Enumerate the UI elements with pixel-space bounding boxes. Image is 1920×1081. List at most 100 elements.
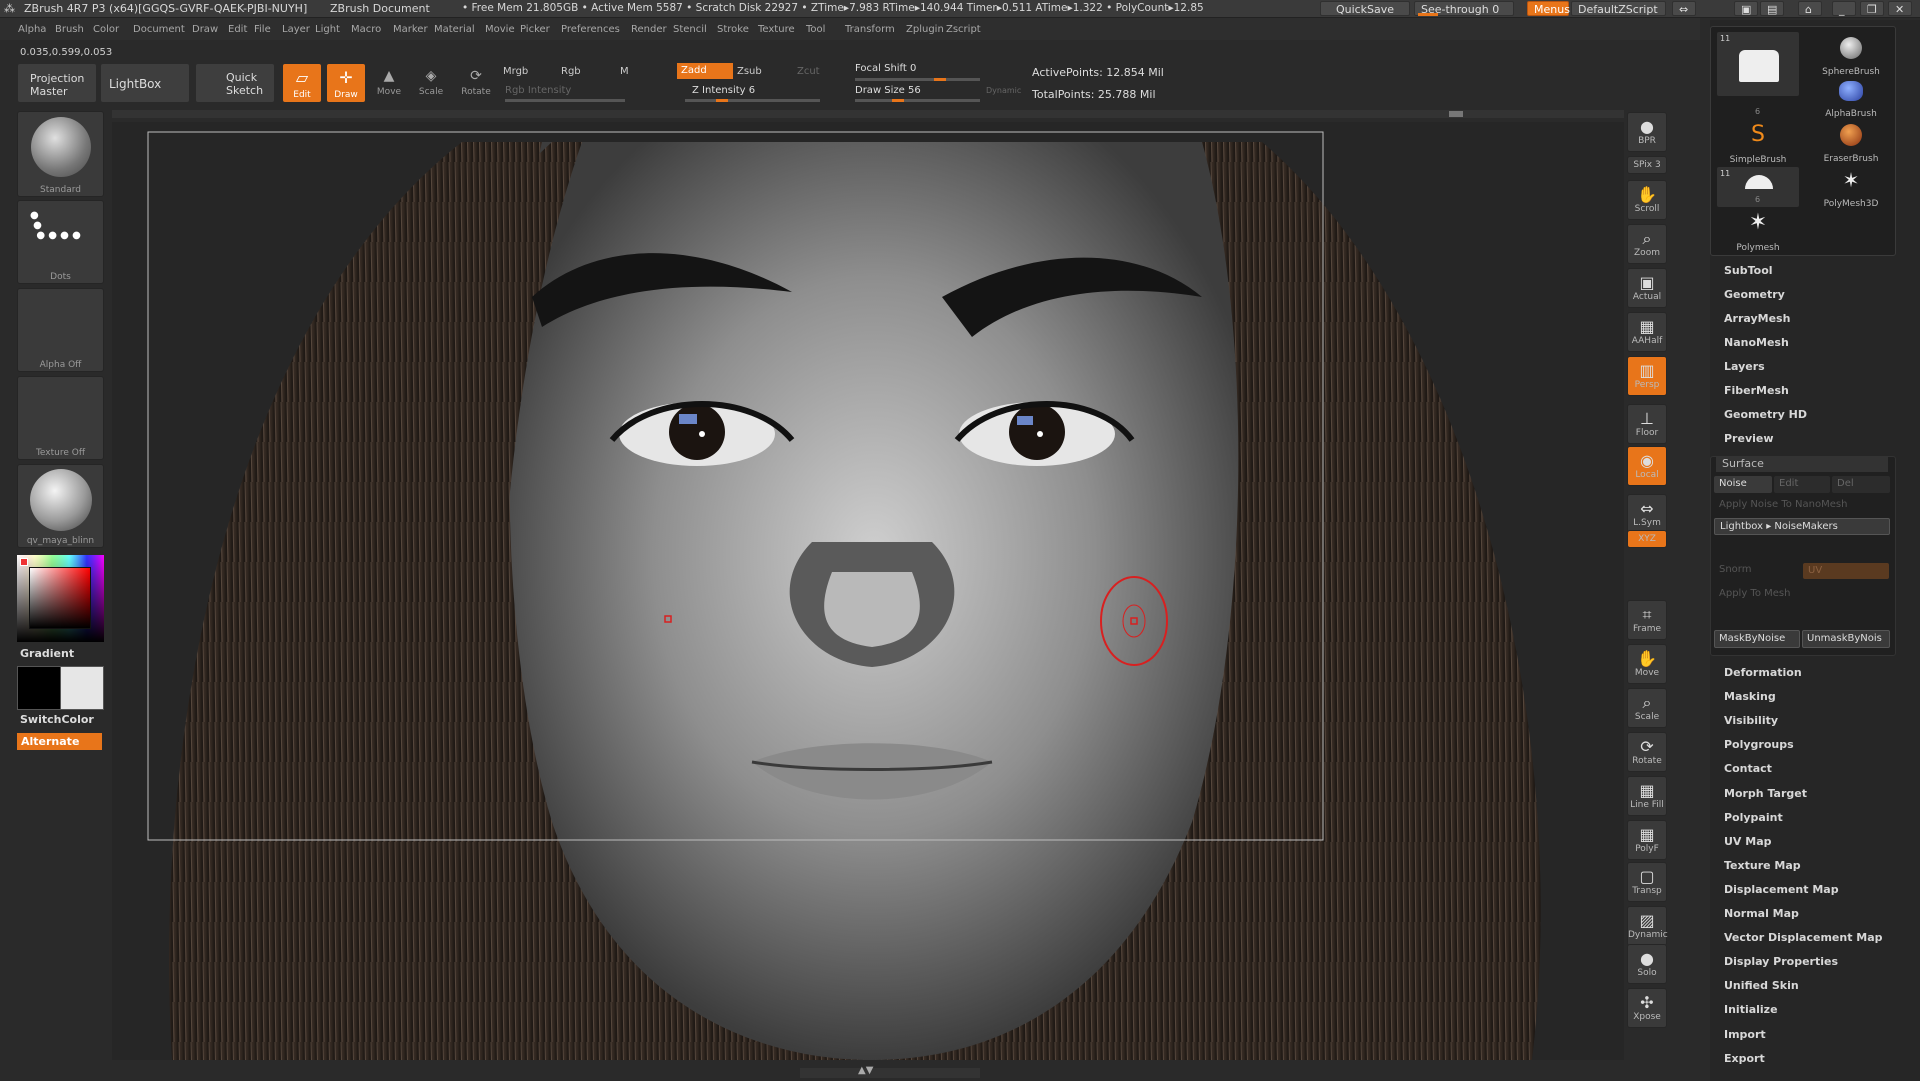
palette-unified-skin[interactable]: Unified Skin [1724,979,1799,992]
menu-marker[interactable]: Marker [393,24,428,35]
color-square[interactable] [29,567,91,629]
menu-render[interactable]: Render [631,24,667,35]
rt-spix-3-button[interactable]: SPix 3 [1627,156,1667,174]
quick-sketch-button[interactable]: Quick Sketch [195,63,275,103]
palette-polypaint[interactable]: Polypaint [1724,811,1783,824]
bottom-shelf-toggle[interactable] [800,1068,980,1078]
alpha-off-tile[interactable]: Alpha Off [17,288,104,372]
mask-by-noise-button[interactable]: MaskByNoise [1714,630,1800,648]
rt-dynamic-button[interactable]: ▨ Dynamic [1627,906,1668,946]
palette-geometry[interactable]: Geometry [1724,288,1785,301]
menu-transform[interactable]: Transform [845,24,895,35]
palette-texture-map[interactable]: Texture Map [1724,859,1801,872]
horizontal-scrollbar[interactable] [112,110,1624,118]
see-through-knob[interactable] [1418,13,1438,16]
lock-icon[interactable]: ⌂ [1798,1,1822,16]
menu-color[interactable]: Color [93,24,119,35]
menu-zscript[interactable]: Zscript [946,24,981,35]
menus-button[interactable]: Menus [1527,1,1570,16]
edit-button[interactable]: ▱ Edit [282,63,322,103]
palette-initialize[interactable]: Initialize [1724,1003,1778,1016]
brush-standard-tile[interactable]: Standard [17,111,104,197]
menu-stencil[interactable]: Stencil [673,24,707,35]
rt-scale-button[interactable]: ⌕ Scale [1627,688,1667,728]
zadd-toggle[interactable]: Zadd [677,63,733,79]
draw-size-knob[interactable] [892,99,904,102]
rt-solo-button[interactable]: ● Solo [1627,944,1667,984]
menu-stroke[interactable]: Stroke [717,24,749,35]
nav-arrows-icon[interactable]: ⇔ [1672,1,1696,16]
rt-local-button[interactable]: ◉ Local [1627,446,1667,486]
switch-color-button[interactable]: SwitchColor [20,713,94,726]
menu-preferences[interactable]: Preferences [561,24,620,35]
draw-size-slider[interactable]: Draw Size 56 [855,85,921,96]
zsub-toggle[interactable]: Zsub [737,66,762,77]
polymesh3d-tool[interactable]: ✶ PolyMesh3D [1815,167,1887,209]
menu-picker[interactable]: Picker [520,24,550,35]
rt-scroll-button[interactable]: ✋ Scroll [1627,180,1667,220]
quicksave-button[interactable]: QuickSave [1320,1,1410,16]
menu-document[interactable]: Document [133,24,185,35]
alternate-toggle[interactable]: Alternate [17,733,102,750]
rt-l-sym-button[interactable]: ⇔ L.Sym [1627,494,1667,534]
z-intensity-knob[interactable] [716,99,728,102]
tool-cap-thumb[interactable]: 11 6 [1717,167,1799,207]
rt-line-fill-button[interactable]: ▦ Line Fill [1627,776,1667,816]
palette-layers[interactable]: Layers [1724,360,1765,373]
rt-bpr-button[interactable]: ● BPR [1627,112,1667,152]
menu-texture[interactable]: Texture [758,24,795,35]
expand-arrow-icon[interactable]: ▲▼ [858,1065,873,1076]
primary-color-swatch[interactable] [60,666,104,710]
rgb-toggle[interactable]: Rgb [561,66,581,77]
stroke-dots-tile[interactable]: ● ● ● ● ● ● Dots [17,200,104,284]
apply-noise-nanomesh-button[interactable]: Apply Noise To NanoMesh [1714,497,1890,514]
dynamic-toggle[interactable]: Dynamic [986,86,1021,95]
color-picker[interactable] [17,555,104,642]
palette-vector-displacement-map[interactable]: Vector Displacement Map [1724,931,1883,944]
menu-tool[interactable]: Tool [806,24,825,35]
rt-polyf-button[interactable]: ▦ PolyF [1627,820,1667,860]
menu-alpha[interactable]: Alpha [18,24,46,35]
lightbox-button[interactable]: LightBox [100,63,190,103]
alpha-brush-tool[interactable]: AlphaBrush [1815,77,1887,119]
palette-normal-map[interactable]: Normal Map [1724,907,1799,920]
palette-masking[interactable]: Masking [1724,690,1776,703]
material-tile[interactable]: qv_maya_blinn [17,464,104,548]
eraser-brush-tool[interactable]: EraserBrush [1815,121,1887,164]
rt-move-button[interactable]: ✋ Move [1627,644,1667,684]
palette-subtool[interactable]: SubTool [1724,264,1773,277]
rt-xyz-button[interactable]: XYZ [1627,530,1667,548]
palette-displacement-map[interactable]: Displacement Map [1724,883,1839,896]
layout2-icon[interactable]: ▤ [1760,1,1784,16]
move-button[interactable]: ▲ Move [370,63,408,103]
snorm-slider[interactable]: Snorm [1714,562,1800,579]
viewport-canvas[interactable] [112,122,1624,1060]
focal-shift-slider[interactable]: Focal Shift 0 [855,63,916,74]
palette-visibility[interactable]: Visibility [1724,714,1778,727]
focal-shift-knob[interactable] [934,78,946,81]
rt-xpose-button[interactable]: ✣ Xpose [1627,988,1667,1028]
menu-layer[interactable]: Layer [282,24,310,35]
focal-shift-track[interactable] [855,78,980,81]
secondary-color-swatch[interactable] [17,666,61,710]
sphere-brush-tool[interactable]: SphereBrush [1815,33,1887,77]
palette-nanomesh[interactable]: NanoMesh [1724,336,1789,349]
rt-zoom-button[interactable]: ⌕ Zoom [1627,224,1667,264]
palette-display-properties[interactable]: Display Properties [1724,955,1838,968]
z-intensity-track[interactable] [685,99,820,102]
palette-arraymesh[interactable]: ArrayMesh [1724,312,1790,325]
apply-to-mesh-button[interactable]: Apply To Mesh [1714,586,1890,603]
surface-header[interactable]: Surface [1716,456,1888,472]
palette-fibermesh[interactable]: FiberMesh [1724,384,1789,397]
rt-actual-button[interactable]: ▣ Actual [1627,268,1667,308]
rt-persp-button[interactable]: ▥ Persp [1627,356,1667,396]
gradient-label[interactable]: Gradient [20,647,74,660]
rt-floor-button[interactable]: ⊥ Floor [1627,404,1667,444]
palette-geometry-hd[interactable]: Geometry HD [1724,408,1807,421]
menu-file[interactable]: File [254,24,271,35]
menu-edit[interactable]: Edit [228,24,247,35]
menu-light[interactable]: Light [315,24,340,35]
menu-zplugin[interactable]: Zplugin [906,24,944,35]
minimize-icon[interactable]: _ [1832,1,1856,16]
rt-frame-button[interactable]: ⌗ Frame [1627,600,1667,640]
